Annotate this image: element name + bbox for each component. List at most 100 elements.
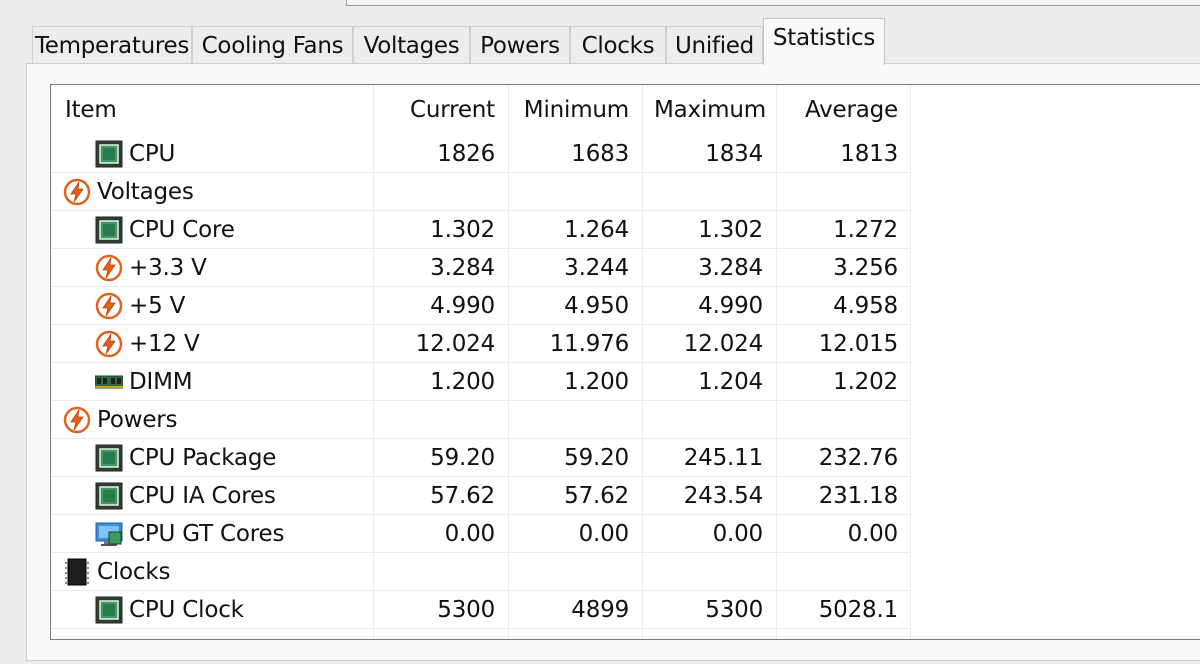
current-value: 0.00 [444, 521, 496, 547]
maximum-value: 12.024 [683, 331, 763, 357]
table-row[interactable]: +12 V 12.024 11.976 12.024 12.015 [51, 325, 911, 363]
row-label: CPU IA Cores [129, 482, 276, 509]
minimum-value: 59.20 [564, 445, 629, 471]
table-row[interactable]: CPU IA Cores 57.62 57.62 243.54 231.18 [51, 477, 911, 515]
maximum-value: 245.11 [683, 445, 763, 471]
row-item: CPU IA Cores [95, 477, 276, 514]
table-row[interactable]: CPU Package 59.20 59.20 245.11 232.76 [51, 439, 911, 477]
row-item: +3.3 V [95, 249, 207, 286]
row-item: Voltages [63, 173, 194, 210]
gpu-monitor-icon [95, 520, 123, 548]
maximum-value: 243.54 [683, 483, 763, 509]
average-value: 5028.1 [818, 597, 898, 623]
list-header: Item Current Minimum Maximum Average [51, 85, 911, 133]
column-header-current[interactable]: Current [410, 97, 495, 123]
average-value: 232.76 [818, 445, 898, 471]
tab-statistics[interactable]: Statistics [763, 18, 885, 65]
row-label: Clocks [97, 558, 171, 585]
row-label: CPU [129, 140, 176, 167]
current-value: 5300 [437, 597, 495, 623]
table-row[interactable]: CPU 1826 1683 1834 1813 [51, 135, 911, 173]
row-item: DIMM [95, 363, 193, 400]
minimum-value: 11.976 [549, 331, 629, 357]
row-label: CPU Clock [129, 596, 244, 623]
table-row[interactable]: +3.3 V 3.284 3.244 3.284 3.256 [51, 249, 911, 287]
table-row[interactable]: CPU Core 1.302 1.264 1.302 1.272 [51, 211, 911, 249]
average-value: 231.18 [818, 483, 898, 509]
cpu-chip-icon [95, 444, 123, 472]
row-label: +5 V [129, 292, 186, 319]
row-item: Powers [63, 401, 178, 438]
minimum-value: 1.264 [564, 217, 629, 243]
cpu-chip-icon [95, 596, 123, 624]
row-item: CPU Clock [95, 591, 244, 628]
tab-cooling-fans[interactable]: Cooling Fans [192, 26, 353, 64]
maximum-value: 0.00 [712, 521, 764, 547]
row-item: Clocks [63, 553, 170, 590]
current-value: 1.302 [430, 217, 495, 243]
average-value: 1.202 [833, 369, 898, 395]
cpu-chip-icon [95, 482, 123, 510]
current-value: 1.200 [430, 369, 495, 395]
tab-voltages[interactable]: Voltages [353, 26, 470, 64]
row-item: CPU Core [95, 211, 235, 248]
average-value: 3.256 [833, 255, 898, 281]
minimum-value: 4899 [571, 597, 629, 623]
minimum-value: 4.950 [564, 293, 629, 319]
current-value: 12.024 [415, 331, 495, 357]
current-value: 59.20 [430, 445, 495, 471]
table-group-row[interactable]: Clocks [51, 553, 911, 591]
minimum-value: 1.200 [564, 369, 629, 395]
row-label: CPU Package [129, 444, 277, 471]
minimum-value: 1683 [571, 141, 629, 167]
table-row[interactable]: CPU GT Cores 0.00 0.00 0.00 0.00 [51, 515, 911, 553]
voltage-bolt-icon [95, 330, 123, 358]
window-top-edge [346, 0, 1200, 6]
row-item: +12 V [95, 325, 200, 362]
table-row[interactable]: CPU Clock 5300 4899 5300 5028.1 [51, 591, 911, 629]
row-label: DIMM [129, 368, 193, 395]
row-label: +12 V [129, 330, 200, 357]
row-label: CPU GT Cores [129, 520, 285, 547]
clock-chip-icon [63, 558, 91, 586]
voltage-bolt-icon [95, 292, 123, 320]
table-row[interactable]: DIMM 1.200 1.200 1.204 1.202 [51, 363, 911, 401]
table-group-row[interactable]: Voltages [51, 173, 911, 211]
maximum-value: 3.284 [698, 255, 763, 281]
column-header-average[interactable]: Average [805, 97, 898, 123]
minimum-value: 57.62 [564, 483, 629, 509]
voltage-bolt-icon [95, 254, 123, 282]
maximum-value: 1834 [705, 141, 763, 167]
maximum-value: 1.302 [698, 217, 763, 243]
row-item: CPU [95, 135, 175, 172]
statistics-list[interactable]: Item Current Minimum Maximum Average CPU… [50, 84, 1200, 640]
minimum-value: 3.244 [564, 255, 629, 281]
table-row[interactable]: +5 V 4.990 4.950 4.990 4.958 [51, 287, 911, 325]
minimum-value: 0.00 [578, 521, 630, 547]
row-item: CPU GT Cores [95, 515, 284, 552]
memory-module-icon [95, 368, 123, 396]
voltage-bolt-icon [63, 406, 91, 434]
average-value: 1.272 [833, 217, 898, 243]
tab-unified[interactable]: Unified [666, 26, 763, 64]
column-header-item[interactable]: Item [65, 97, 117, 123]
column-header-maximum[interactable]: Maximum [654, 97, 766, 123]
column-header-minimum[interactable]: Minimum [524, 97, 629, 123]
row-label: Voltages [97, 178, 194, 205]
tab-temperatures[interactable]: Temperatures [32, 26, 192, 64]
current-value: 3.284 [430, 255, 495, 281]
table-group-row[interactable]: Powers [51, 401, 911, 439]
maximum-value: 5300 [705, 597, 763, 623]
row-item: +5 V [95, 287, 185, 324]
row-label: +3.3 V [129, 254, 207, 281]
row-item: CPU Package [95, 439, 276, 476]
cpu-chip-icon [95, 140, 123, 168]
average-value: 12.015 [818, 331, 898, 357]
tab-clocks[interactable]: Clocks [570, 26, 666, 64]
tab-powers[interactable]: Powers [470, 26, 570, 64]
maximum-value: 1.204 [698, 369, 763, 395]
voltage-bolt-icon [63, 178, 91, 206]
row-label: Powers [97, 406, 178, 433]
current-value: 1826 [437, 141, 495, 167]
average-value: 1813 [840, 141, 898, 167]
